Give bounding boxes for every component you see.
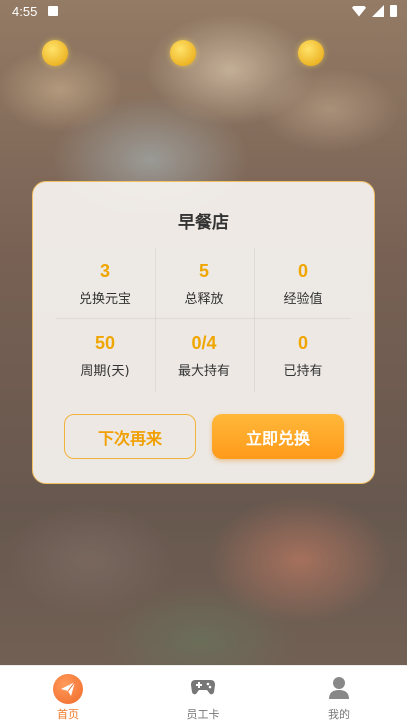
user-icon [329, 677, 349, 699]
coin-bubble [298, 40, 324, 66]
nav-label: 首页 [57, 708, 79, 721]
nav-item-staff-card[interactable]: 员工卡 [153, 666, 253, 726]
signal-icon [372, 5, 384, 17]
notification-icon [48, 6, 58, 16]
nav-label: 我的 [328, 708, 350, 721]
battery-icon [390, 5, 397, 17]
stat-label: 经验值 [283, 292, 323, 307]
grid-divider [56, 318, 351, 319]
coin-bubble [42, 40, 68, 66]
nav-item-home[interactable]: 首页 [18, 666, 118, 726]
stat-value: 0 [297, 333, 308, 353]
stat-label: 周期(天) [80, 364, 130, 379]
wifi-icon [352, 5, 366, 17]
exchange-now-button[interactable]: 立即兑换 [212, 414, 344, 459]
nav-item-mine[interactable]: 我的 [289, 666, 389, 726]
stat-value: 0/4 [191, 333, 217, 353]
stat-total-release: 5 总释放 [155, 261, 253, 307]
nav-label: 员工卡 [186, 708, 220, 721]
stat-max-hold: 0/4 最大持有 [155, 333, 253, 379]
status-icons [352, 5, 397, 17]
stat-label: 兑换元宝 [78, 292, 131, 307]
coin-bubble [170, 40, 196, 66]
paper-plane-icon [53, 674, 83, 704]
stat-value: 3 [99, 261, 110, 281]
gamepad-icon [191, 680, 215, 695]
stat-exchange-yuanbao: 3 兑换元宝 [56, 261, 154, 307]
stat-value: 50 [94, 333, 116, 353]
stat-label: 总释放 [184, 292, 224, 307]
stat-experience: 0 经验值 [254, 261, 352, 307]
bottom-nav: 首页 员工卡 我的 [0, 665, 407, 726]
next-time-button[interactable]: 下次再来 [64, 414, 196, 459]
stat-held: 0 已持有 [254, 333, 352, 379]
status-time: 4:55 [12, 4, 38, 19]
stat-cycle-days: 50 周期(天) [56, 333, 154, 379]
status-bar: 4:55 [0, 0, 407, 24]
dialog-title: 早餐店 [178, 213, 229, 233]
stat-label: 最大持有 [177, 364, 230, 379]
stat-label: 已持有 [283, 364, 323, 379]
stat-value: 5 [198, 261, 209, 281]
stat-value: 0 [297, 261, 308, 281]
